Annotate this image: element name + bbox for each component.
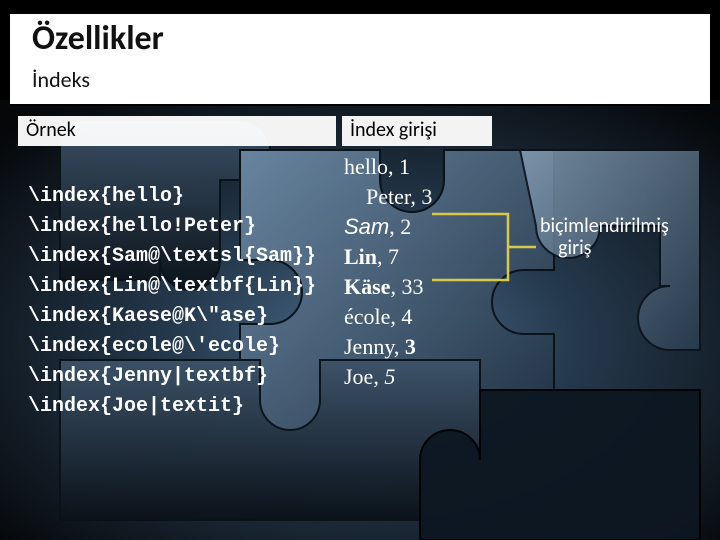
output-term: hello [344,154,388,179]
output-term: Peter [366,184,410,209]
code-line: \index{Joe|textit} [28,395,244,418]
output-term: école [344,304,390,329]
top-black-band [0,0,720,8]
code-column: \index{hello} \index{hello!Peter} \index… [28,152,316,422]
annotation-line: giriş [558,236,591,260]
page-subtitle: İndeks [32,66,90,93]
output-term: Jenny [344,334,394,359]
output-row: Joe, 5 [344,362,432,392]
output-term: Joe [344,364,373,389]
code-line: \index{Kaese@K\"ase} [28,305,268,328]
slide-root: Özellikler İndeks Örnek İndex girişi \in… [0,0,720,540]
output-page: 3 [421,184,432,209]
output-row: Lin, 7 [344,242,432,272]
output-term: Käse [344,274,390,299]
code-line: \index{Lin@\textbf{Lin}} [28,275,316,298]
code-line: \index{hello} [28,185,184,208]
output-row: école, 4 [344,302,432,332]
output-row: Sam, 2 [344,212,432,242]
output-page: 5 [384,364,395,389]
output-row: Jenny, 3 [344,332,432,362]
column-header-example: Örnek [18,116,336,146]
output-page: 2 [400,214,411,239]
code-line: \index{Sam@\textsl{Sam}} [28,245,316,268]
code-line: \index{Jenny|textbf} [28,365,268,388]
output-page: 4 [401,304,412,329]
annotation-line: biçimlendirilmiş [540,214,669,238]
output-term: Lin [344,244,377,269]
output-page: 3 [405,334,416,359]
annotation-label: biçimlendirilmiş giriş [540,215,669,259]
column-header-index-entry: İndex girişi [342,116,492,146]
output-row: Peter, 3 [366,182,432,212]
output-page: 33 [401,274,423,299]
output-page: 1 [399,154,410,179]
output-column: hello, 1 Peter, 3 Sam, 2 Lin, 7 Käse, 33… [344,152,432,392]
output-page: 7 [388,244,399,269]
output-row: hello, 1 [344,152,432,182]
output-term: Sam [344,214,389,239]
output-row: Käse, 33 [344,272,432,302]
page-title: Özellikler [32,18,164,59]
code-line: \index{hello!Peter} [28,215,256,238]
code-line: \index{ecole@\'ecole} [28,335,280,358]
